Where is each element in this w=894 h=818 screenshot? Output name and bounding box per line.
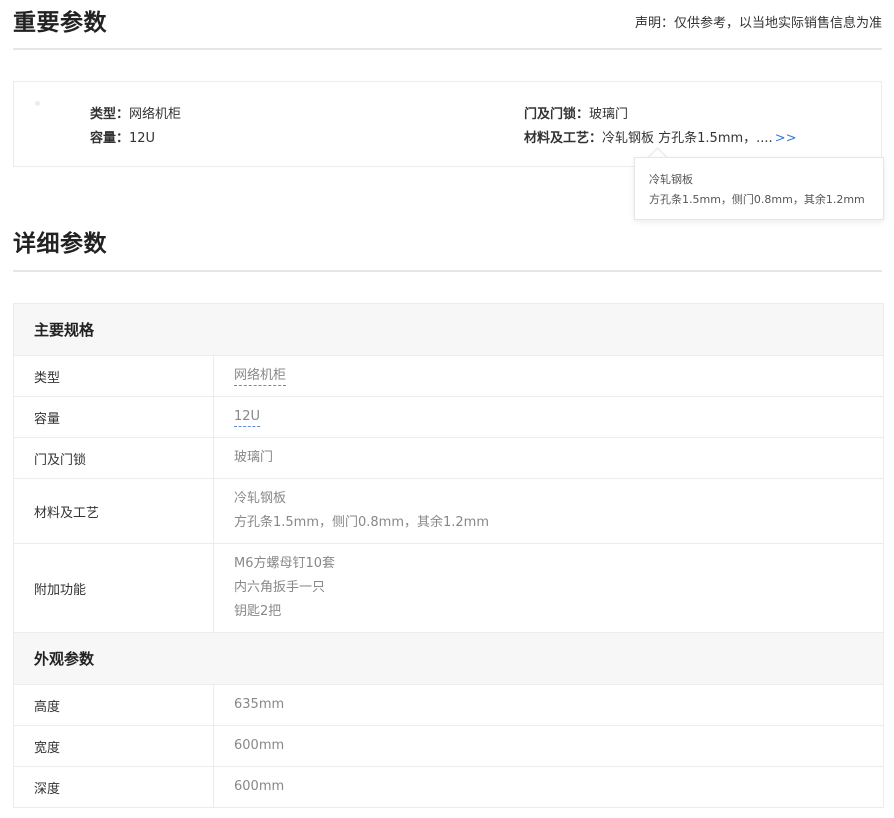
table-row: 宽度 600mm	[14, 725, 883, 766]
row-value: 网络机柜	[214, 356, 287, 396]
spec-link[interactable]: 12U	[234, 408, 261, 427]
row-value-line: 冷轧钢板	[234, 491, 287, 506]
spec-link[interactable]: 网络机柜	[234, 367, 287, 386]
table-row: 高度 635mm	[14, 684, 883, 725]
key-param-material: 材料及工艺：冷轧钢板 方孔条1.5mm，.... >>	[524, 127, 796, 146]
row-value-line: 内六角扳手一只	[234, 580, 326, 595]
title-divider	[13, 48, 882, 50]
row-value: 635mm	[214, 685, 284, 725]
key-param-value: 网络机柜	[129, 107, 182, 122]
row-value-line: 方孔条1.5mm，侧门0.8mm，其余1.2mm	[234, 515, 490, 530]
disclaimer-text: 声明：仅供参考，以当地实际销售信息为准	[634, 16, 882, 31]
key-param-label: 类型：	[90, 107, 130, 122]
key-param-door: 门及门锁：玻璃门	[524, 103, 628, 122]
table-row: 类型 网络机柜	[14, 355, 883, 396]
row-value-line: 600mm	[234, 738, 285, 753]
key-param-label: 材料及工艺：	[524, 131, 603, 146]
key-params-box: 类型：网络机柜 容量：12U 门及门锁：玻璃门 材料及工艺：冷轧钢板 方孔条1.…	[13, 81, 882, 167]
row-key: 类型	[14, 356, 214, 396]
table-row: 附加功能 M6方螺母钉10套 内六角扳手一只 钥匙2把	[14, 543, 883, 632]
row-value-line: 玻璃门	[234, 450, 274, 465]
table-row: 门及门锁 玻璃门	[14, 437, 883, 478]
detail-divider	[13, 270, 882, 272]
row-value-line: 钥匙2把	[234, 604, 282, 619]
row-value: 玻璃门	[214, 438, 273, 478]
table-row: 材料及工艺 冷轧钢板 方孔条1.5mm，侧门0.8mm，其余1.2mm	[14, 478, 883, 543]
row-key: 门及门锁	[14, 438, 214, 478]
key-param-label: 门及门锁：	[524, 107, 590, 122]
tooltip-line: 冷轧钢板	[649, 173, 693, 186]
row-value-line: 635mm	[234, 697, 285, 712]
key-param-capacity: 容量：12U	[90, 127, 155, 146]
key-param-label: 容量：	[90, 131, 130, 146]
row-value: 600mm	[214, 767, 284, 807]
row-key: 深度	[14, 767, 214, 807]
row-key: 宽度	[14, 726, 214, 766]
row-key: 容量	[14, 397, 214, 437]
row-value: 600mm	[214, 726, 284, 766]
key-param-value: 冷轧钢板 方孔条1.5mm，....	[602, 131, 773, 146]
row-key: 高度	[14, 685, 214, 725]
row-value: M6方螺母钉10套 内六角扳手一只 钥匙2把	[214, 544, 335, 632]
key-param-value: 12U	[129, 131, 156, 146]
table-row: 深度 600mm	[14, 766, 883, 807]
key-params-title: 重要参数	[13, 10, 107, 36]
key-param-type: 类型：网络机柜	[90, 103, 181, 122]
section-header: 主要规格	[14, 304, 883, 355]
row-value-line: 600mm	[234, 779, 285, 794]
key-param-value: 玻璃门	[589, 107, 629, 122]
bullet-dot	[35, 101, 40, 106]
row-key: 材料及工艺	[14, 479, 214, 543]
more-link[interactable]: >>	[775, 131, 797, 146]
material-tooltip: 冷轧钢板 方孔条1.5mm，侧门0.8mm，其余1.2mm	[634, 157, 884, 220]
row-value: 12U	[214, 397, 261, 437]
detail-params-title: 详细参数	[13, 231, 107, 257]
row-value-line: M6方螺母钉10套	[234, 556, 336, 571]
row-key: 附加功能	[14, 544, 214, 632]
table-row: 容量 12U	[14, 396, 883, 437]
section-header: 外观参数	[14, 632, 883, 684]
row-value: 冷轧钢板 方孔条1.5mm，侧门0.8mm，其余1.2mm	[214, 479, 489, 543]
spec-table: 主要规格 类型 网络机柜 容量 12U 门及门锁 玻璃门 材料及工艺 冷轧钢板 …	[13, 303, 884, 808]
tooltip-line: 方孔条1.5mm，侧门0.8mm，其余1.2mm	[649, 193, 865, 206]
